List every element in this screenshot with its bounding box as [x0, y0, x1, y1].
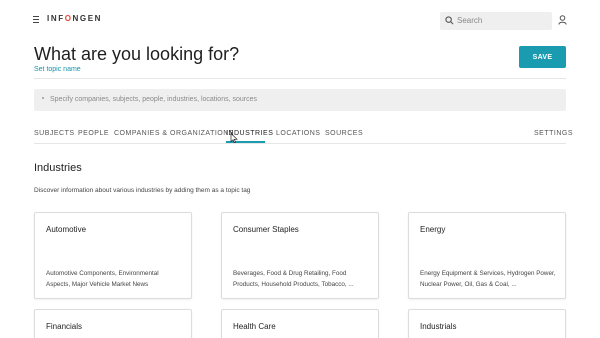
card-title: Industrials	[420, 322, 457, 331]
industry-card-industrials[interactable]: Industrials	[408, 309, 566, 338]
tab-locations[interactable]: LOCATIONS	[276, 130, 320, 137]
industry-card-financials[interactable]: Financials	[34, 309, 192, 338]
settings-link[interactable]: SETTINGS	[534, 130, 573, 137]
tab-companies-organizations[interactable]: COMPANIES & ORGANIZATIONS	[114, 130, 234, 137]
page-title: What are you looking for?	[34, 44, 240, 64]
card-title: Automotive	[46, 225, 87, 234]
industry-card-automotive[interactable]: Automotive Automotive Components, Enviro…	[34, 212, 192, 299]
hamburger-menu-icon[interactable]	[33, 16, 41, 24]
user-profile-icon[interactable]	[558, 15, 567, 25]
search-placeholder[interactable]: Search	[457, 16, 482, 25]
card-description: Energy Equipment & Services, Hydrogen Po…	[420, 270, 556, 288]
card-title: Energy	[420, 225, 446, 234]
tab-people[interactable]: PEOPLE	[78, 130, 109, 137]
tab-sources[interactable]: SOURCES	[325, 130, 363, 137]
card-title: Consumer Staples	[233, 225, 299, 234]
card-description: Automotive Components, Environmental Asp…	[46, 270, 159, 288]
bullet-icon	[42, 97, 44, 99]
top-bar: INFONGEN Search	[0, 0, 600, 40]
app-logo[interactable]: INFONGEN	[47, 14, 102, 23]
section-title: Industries	[34, 162, 82, 174]
industry-card-consumer-staples[interactable]: Consumer Staples Beverages, Food & Drug …	[221, 212, 379, 299]
divider	[34, 78, 566, 79]
entity-search-input[interactable]: Specify companies, subjects, people, ind…	[34, 89, 566, 111]
set-topic-name-link[interactable]: Set topic name	[34, 66, 81, 73]
entity-input-placeholder[interactable]: Specify companies, subjects, people, ind…	[50, 96, 257, 103]
tab-subjects[interactable]: SUBJECTS	[34, 130, 75, 137]
card-title: Financials	[46, 322, 83, 331]
mouse-cursor-icon	[230, 133, 238, 143]
card-title: Health Care	[233, 322, 276, 331]
search-box[interactable]: Search	[440, 12, 552, 30]
card-description: Beverages, Food & Drug Retailing, Food P…	[233, 270, 354, 288]
search-icon	[445, 16, 454, 25]
industry-card-health-care[interactable]: Health Care	[221, 309, 379, 338]
section-description: Discover information about various indus…	[34, 187, 251, 194]
industry-card-energy[interactable]: Energy Energy Equipment & Services, Hydr…	[408, 212, 566, 299]
tabs-divider	[34, 143, 566, 144]
save-button[interactable]: SAVE	[519, 46, 566, 68]
